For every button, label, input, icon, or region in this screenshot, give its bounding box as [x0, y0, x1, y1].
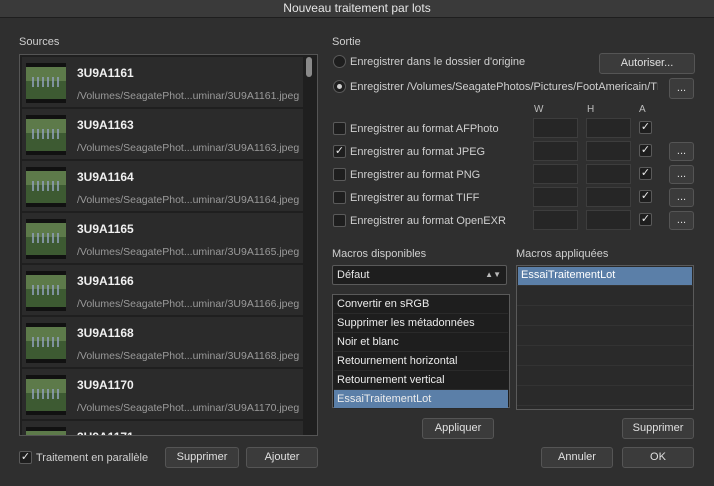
source-path: /Volumes/SeagatePhot...uminar/3U9A1168.j… — [77, 350, 300, 362]
source-thumbnail — [26, 271, 66, 311]
format-options-button[interactable]: ... — [669, 188, 694, 207]
delete-source-button[interactable]: Supprimer — [165, 447, 239, 468]
source-thumbnail — [26, 427, 66, 435]
source-path: /Volumes/SeagatePhot...uminar/3U9A1166.j… — [77, 298, 300, 310]
format-options-button[interactable]: ... — [669, 165, 694, 184]
available-macro-item[interactable]: Noir et blanc — [334, 333, 508, 352]
width-field[interactable] — [533, 210, 578, 230]
window-title: Nouveau traitement par lots — [0, 0, 714, 18]
applied-macros-label: Macros appliquées — [516, 248, 609, 260]
available-macros-list[interactable]: Convertir en sRGB Supprimer les métadonné… — [332, 294, 510, 409]
height-field[interactable] — [586, 164, 631, 184]
column-h-header: H — [587, 104, 595, 115]
format-checkbox[interactable] — [333, 214, 346, 227]
source-name: 3U9A1170 — [77, 378, 134, 392]
column-w-header: W — [534, 104, 544, 115]
available-macros-label: Macros disponibles — [332, 248, 427, 260]
sources-label: Sources — [19, 36, 60, 48]
available-macro-item[interactable]: Convertir en sRGB — [334, 295, 508, 314]
custom-path-label: Enregistrer /Volumes/SeagatePhotos/Pictu… — [350, 81, 658, 93]
format-checkbox[interactable]: ✓ — [333, 145, 346, 158]
aspect-checkbox[interactable]: ✓ — [639, 213, 652, 226]
applied-macros-list[interactable]: EssaiTraitementLot — [516, 265, 694, 410]
aspect-checkbox[interactable]: ✓ — [639, 167, 652, 180]
source-thumbnail — [26, 63, 66, 103]
source-item[interactable]: 3U9A1165/Volumes/SeagatePhot...uminar/3U… — [22, 213, 303, 263]
radio-custom-path[interactable] — [333, 80, 346, 93]
format-label: Enregistrer au format PNG — [350, 169, 481, 181]
source-thumbnail — [26, 115, 66, 155]
aspect-checkbox[interactable]: ✓ — [639, 144, 652, 157]
source-path: /Volumes/SeagatePhot...uminar/3U9A1164.j… — [77, 194, 300, 206]
source-name: 3U9A1164 — [77, 170, 134, 184]
height-field[interactable] — [586, 141, 631, 161]
add-source-button[interactable]: Ajouter — [246, 447, 318, 468]
source-thumbnail — [26, 167, 66, 207]
source-path: /Volumes/SeagatePhot...uminar/3U9A1161.j… — [77, 90, 300, 102]
height-field[interactable] — [586, 118, 631, 138]
aspect-checkbox[interactable]: ✓ — [639, 190, 652, 203]
source-item[interactable]: 3U9A1161/Volumes/SeagatePhot...uminar/3U… — [22, 57, 303, 107]
ok-button[interactable]: OK — [622, 447, 694, 468]
source-item[interactable]: 3U9A1163/Volumes/SeagatePhot...uminar/3U… — [22, 109, 303, 159]
source-name: 3U9A1166 — [77, 274, 134, 288]
source-name: 3U9A1163 — [77, 118, 134, 132]
sources-scrollbar[interactable] — [306, 57, 312, 77]
aspect-checkbox[interactable]: ✓ — [639, 121, 652, 134]
applied-macro-item[interactable]: EssaiTraitementLot — [518, 267, 692, 285]
format-label: Enregistrer au format OpenEXR — [350, 215, 506, 227]
source-item[interactable]: 3U9A1166/Volumes/SeagatePhot...uminar/3U… — [22, 265, 303, 315]
source-thumbnail — [26, 323, 66, 363]
source-path: /Volumes/SeagatePhot...uminar/3U9A1163.j… — [77, 142, 300, 154]
source-name: 3U9A1168 — [77, 326, 134, 340]
available-macro-item[interactable]: EssaiTraitementLot — [334, 390, 508, 409]
browse-path-button[interactable]: ... — [669, 78, 694, 99]
available-macro-item[interactable]: Retournement vertical — [334, 371, 508, 390]
apply-macro-button[interactable]: Appliquer — [422, 418, 494, 439]
format-checkbox[interactable] — [333, 122, 346, 135]
width-field[interactable] — [533, 187, 578, 207]
sources-list[interactable]: 3U9A1161/Volumes/SeagatePhot...uminar/3U… — [19, 54, 318, 436]
source-name: 3U9A1161 — [77, 66, 134, 80]
height-field[interactable] — [586, 187, 631, 207]
format-checkbox[interactable] — [333, 191, 346, 204]
source-name: 3U9A1171 — [77, 430, 134, 435]
available-macro-item[interactable]: Supprimer les métadonnées — [334, 314, 508, 333]
macro-category-value: Défaut — [337, 269, 370, 281]
cancel-button[interactable]: Annuler — [541, 447, 613, 468]
origin-folder-label: Enregistrer dans le dossier d'origine — [350, 56, 526, 68]
width-field[interactable] — [533, 141, 578, 161]
macro-category-dropdown[interactable]: Défaut ▲▼ — [332, 265, 507, 285]
output-label: Sortie — [332, 36, 361, 48]
format-options-button[interactable]: ... — [669, 142, 694, 161]
authorize-button[interactable]: Autoriser... — [599, 53, 695, 74]
available-macro-item[interactable]: Retournement horizontal — [334, 352, 508, 371]
source-path: /Volumes/SeagatePhot...uminar/3U9A1170.j… — [77, 402, 300, 414]
radio-origin-folder[interactable] — [333, 55, 346, 68]
remove-macro-button[interactable]: Supprimer — [622, 418, 694, 439]
parallel-checkbox[interactable]: ✓ — [19, 451, 32, 464]
column-a-header: A — [639, 104, 646, 115]
format-label: Enregistrer au format AFPhoto — [350, 123, 499, 135]
source-item[interactable]: 3U9A1171 — [22, 421, 303, 435]
source-thumbnail — [26, 219, 66, 259]
source-item[interactable]: 3U9A1168/Volumes/SeagatePhot...uminar/3U… — [22, 317, 303, 367]
format-options-button[interactable]: ... — [669, 211, 694, 230]
width-field[interactable] — [533, 118, 578, 138]
format-label: Enregistrer au format JPEG — [350, 146, 486, 158]
format-checkbox[interactable] — [333, 168, 346, 181]
source-path: /Volumes/SeagatePhot...uminar/3U9A1165.j… — [77, 246, 300, 258]
source-name: 3U9A1165 — [77, 222, 134, 236]
format-label: Enregistrer au format TIFF — [350, 192, 480, 204]
height-field[interactable] — [586, 210, 631, 230]
dropdown-arrow-icon: ▲▼ — [485, 270, 501, 279]
parallel-label: Traitement en parallèle — [36, 452, 149, 464]
source-item[interactable]: 3U9A1170/Volumes/SeagatePhot...uminar/3U… — [22, 369, 303, 419]
source-thumbnail — [26, 375, 66, 415]
source-item[interactable]: 3U9A1164/Volumes/SeagatePhot...uminar/3U… — [22, 161, 303, 211]
width-field[interactable] — [533, 164, 578, 184]
